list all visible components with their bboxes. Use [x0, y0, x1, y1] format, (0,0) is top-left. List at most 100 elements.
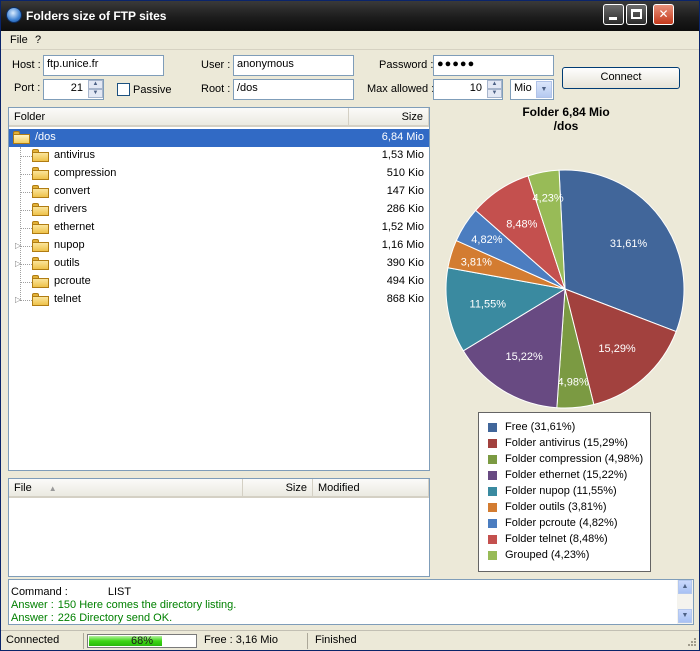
- legend-label: Grouped (4,23%): [505, 549, 590, 561]
- folder-icon: [32, 257, 49, 270]
- tree-row[interactable]: ▷ nupop 1,16 Mio: [9, 237, 429, 255]
- pie-slice-label: 11,55%: [470, 298, 507, 310]
- legend-label: Folder ethernet (15,22%): [505, 469, 628, 481]
- pie-slice-label: 3,81%: [461, 257, 492, 269]
- tree-row[interactable]: compression 510 Kio: [9, 165, 429, 183]
- passive-label: Passive: [133, 84, 172, 96]
- tree-row[interactable]: ▷ telnet 868 Kio: [9, 291, 429, 309]
- max-allowed-label: Max allowed :: [367, 83, 435, 95]
- chart-title: Folder 6,84 Mio: [522, 105, 610, 119]
- window-title: Folders size of FTP sites: [26, 9, 167, 23]
- folder-name: /dos: [35, 131, 56, 143]
- folder-icon: [32, 167, 49, 180]
- menu-file[interactable]: File: [10, 34, 28, 46]
- passive-checkbox[interactable]: [117, 83, 130, 96]
- spin-down-icon[interactable]: ▼: [487, 89, 502, 98]
- folder-name: ethernet: [54, 221, 95, 233]
- chart-legend: Free (31,61%) Folder antivirus (15,29%) Fo…: [478, 412, 651, 572]
- tree-row[interactable]: drivers 286 Kio: [9, 201, 429, 219]
- expand-icon[interactable]: ▷: [15, 296, 21, 304]
- progress-bar: 68%: [87, 634, 197, 648]
- folder-column-header[interactable]: Folder: [9, 108, 349, 127]
- folder-icon: [32, 275, 49, 288]
- log-scrollbar[interactable]: ▲ ▼: [677, 580, 693, 624]
- folder-tree[interactable]: Folder Size /dos 6,84 Mio antivirus 1,53 …: [8, 107, 430, 471]
- close-button[interactable]: ✕: [653, 4, 674, 25]
- tree-guide: [20, 282, 32, 283]
- tree-row[interactable]: ▷ outils 390 Kio: [9, 255, 429, 273]
- connect-button[interactable]: Connect: [562, 67, 680, 89]
- legend-swatch: [488, 487, 497, 496]
- folder-icon: [32, 149, 49, 162]
- title-bar[interactable]: Folders size of FTP sites ✕: [1, 1, 699, 31]
- file-column-header[interactable]: File ▲: [9, 479, 243, 498]
- tree-guide: [20, 174, 32, 175]
- root-input[interactable]: /dos: [233, 79, 354, 100]
- user-label: User :: [201, 59, 231, 71]
- sort-ascending-icon: ▲: [48, 484, 57, 493]
- maximize-button[interactable]: [626, 4, 647, 25]
- file-list[interactable]: File ▲ Size Modified: [8, 478, 430, 577]
- scroll-up-icon[interactable]: ▲: [678, 580, 692, 594]
- minimize-icon: [609, 17, 617, 20]
- expand-icon[interactable]: ▷: [15, 260, 21, 268]
- folder-name: outils: [54, 257, 80, 269]
- log-text: 150 Here comes the directory listing.: [57, 599, 237, 611]
- resize-grip-icon[interactable]: [687, 637, 697, 647]
- log-prefix: Answer :: [11, 612, 54, 624]
- tree-guide: [20, 192, 32, 193]
- pie-slice-label: 15,22%: [506, 351, 544, 363]
- app-window: Folders size of FTP sites ✕ File ? Host …: [0, 0, 700, 651]
- legend-label: Folder outils (3,81%): [505, 501, 607, 513]
- folder-size: 494 Kio: [386, 275, 424, 287]
- pie-slice-label: 4,98%: [558, 376, 589, 388]
- size-column-header[interactable]: Size: [349, 108, 429, 127]
- legend-swatch: [488, 503, 497, 512]
- tree-row[interactable]: antivirus 1,53 Mio: [9, 147, 429, 165]
- user-input[interactable]: anonymous: [233, 55, 354, 76]
- pie-slice-label: 31,61%: [610, 238, 648, 250]
- folder-name: telnet: [54, 293, 81, 305]
- spin-up-icon[interactable]: ▲: [487, 80, 502, 89]
- folder-size: 286 Kio: [386, 203, 424, 215]
- log-line: Answer :150 Here comes the directory lis…: [11, 599, 236, 611]
- password-input[interactable]: ●●●●●: [433, 55, 554, 76]
- max-allowed-spinner[interactable]: ▲ ▼: [487, 80, 502, 99]
- tree-row[interactable]: convert 147 Kio: [9, 183, 429, 201]
- tree-guide: [20, 300, 32, 301]
- folder-open-icon: [13, 131, 30, 144]
- port-label: Port :: [14, 82, 41, 94]
- port-spinner[interactable]: ▲ ▼: [88, 80, 103, 99]
- tree-row-root[interactable]: /dos 6,84 Mio: [9, 129, 429, 147]
- folder-size: 868 Kio: [386, 293, 424, 305]
- folder-icon: [32, 239, 49, 252]
- minimize-button[interactable]: [603, 4, 624, 25]
- modified-column-header[interactable]: Modified: [313, 479, 429, 498]
- folder-name: compression: [54, 167, 117, 179]
- scroll-down-icon[interactable]: ▼: [678, 609, 692, 623]
- tree-guide: [20, 228, 32, 229]
- tree-guide: [20, 210, 32, 211]
- command-log[interactable]: Command : LIST Answer :150 Here comes the …: [8, 579, 694, 625]
- folder-name: antivirus: [54, 149, 95, 161]
- folder-name: drivers: [54, 203, 88, 215]
- log-text: LIST: [107, 586, 132, 598]
- tree-row[interactable]: pcroute 494 Kio: [9, 273, 429, 291]
- spin-down-icon[interactable]: ▼: [88, 89, 103, 98]
- legend-label: Free (31,61%): [505, 421, 576, 433]
- menu-bar: File ?: [1, 31, 699, 50]
- chevron-down-icon[interactable]: ▼: [536, 81, 552, 98]
- file-header-label: File: [14, 482, 32, 494]
- legend-label: Folder antivirus (15,29%): [505, 437, 628, 449]
- status-bar: Connected 68% Free : 3,16 Mio Finished: [1, 630, 699, 650]
- file-size-column-header[interactable]: Size: [243, 479, 313, 498]
- tree-guide: [20, 264, 32, 265]
- expand-icon[interactable]: ▷: [15, 242, 21, 250]
- tree-row[interactable]: ethernet 1,52 Mio: [9, 219, 429, 237]
- root-label: Root :: [201, 83, 231, 95]
- host-input[interactable]: ftp.unice.fr: [43, 55, 164, 76]
- folder-size: 6,84 Mio: [381, 131, 424, 143]
- legend-label: Folder nupop (11,55%): [505, 485, 617, 497]
- menu-help[interactable]: ?: [35, 34, 41, 46]
- spin-up-icon[interactable]: ▲: [88, 80, 103, 89]
